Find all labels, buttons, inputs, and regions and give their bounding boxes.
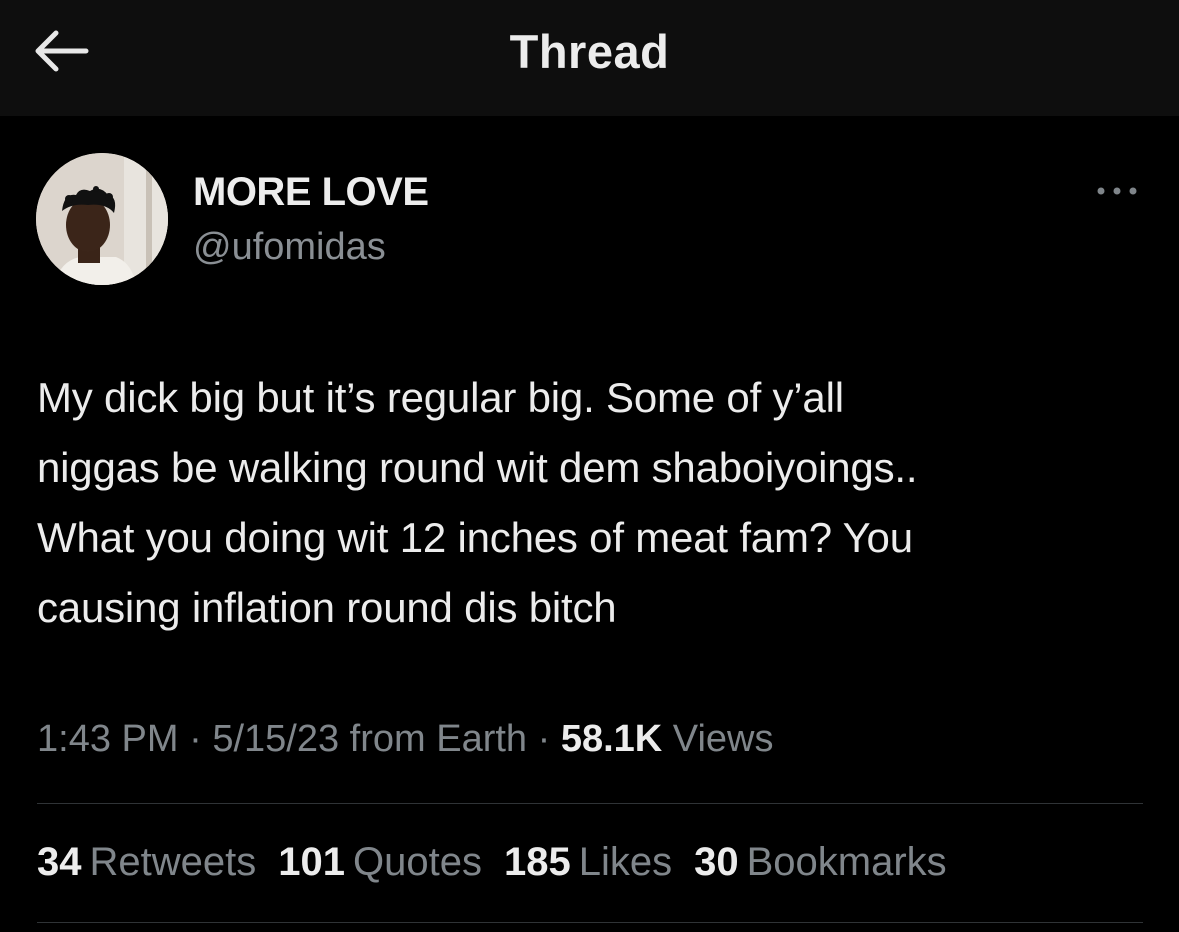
ellipsis-icon xyxy=(1097,187,1137,195)
user-handle[interactable]: @ufomidas xyxy=(193,226,386,269)
quotes-label: Quotes xyxy=(353,840,482,884)
bookmarks-stat[interactable]: 30 Bookmarks xyxy=(694,840,947,885)
views-label: Views xyxy=(662,718,774,760)
tweet-source: from Earth xyxy=(339,718,528,760)
top-bar: Thread xyxy=(0,0,1179,116)
separator: · xyxy=(178,718,213,760)
avatar[interactable] xyxy=(36,153,168,285)
tweet-time[interactable]: 1:43 PM xyxy=(37,718,179,760)
quotes-stat[interactable]: 101 Quotes xyxy=(278,840,482,885)
tweet-line: niggas be walking round wit dem shaboiyo… xyxy=(37,444,918,491)
tweet-meta: 1:43 PM · 5/15/23 from Earth · 58.1K Vie… xyxy=(37,718,774,761)
views-count: 58.1K xyxy=(560,718,663,760)
likes-stat[interactable]: 185 Likes xyxy=(504,840,672,885)
retweets-label: Retweets xyxy=(89,840,257,884)
tweet-line: causing inflation round dis bitch xyxy=(37,584,617,631)
tweet-line: My dick big but it’s regular big. Some o… xyxy=(37,374,844,421)
separator: · xyxy=(527,718,561,760)
more-options-button[interactable] xyxy=(1094,178,1140,204)
profile-photo xyxy=(36,153,168,285)
likes-count: 185 xyxy=(503,840,571,884)
retweets-stat[interactable]: 34 Retweets xyxy=(37,840,256,885)
retweets-count: 34 xyxy=(37,840,82,884)
tweet-date[interactable]: 5/15/23 xyxy=(212,718,339,760)
quotes-count: 101 xyxy=(278,840,345,884)
bookmarks-label: Bookmarks xyxy=(746,840,947,884)
engagement-stats: 34 Retweets 101 Quotes 185 Likes 30 Bookmarks xyxy=(37,840,969,885)
tweet-text: My dick big but it’s regular big. Some o… xyxy=(37,363,1147,643)
divider xyxy=(37,922,1143,923)
tweet-line: What you doing wit 12 inches of meat fam… xyxy=(37,514,913,561)
display-name[interactable]: MORE LOVE xyxy=(193,170,429,215)
likes-label: Likes xyxy=(578,840,673,884)
bookmarks-count: 30 xyxy=(694,840,739,884)
page-title: Thread xyxy=(509,25,670,78)
divider xyxy=(37,803,1143,804)
